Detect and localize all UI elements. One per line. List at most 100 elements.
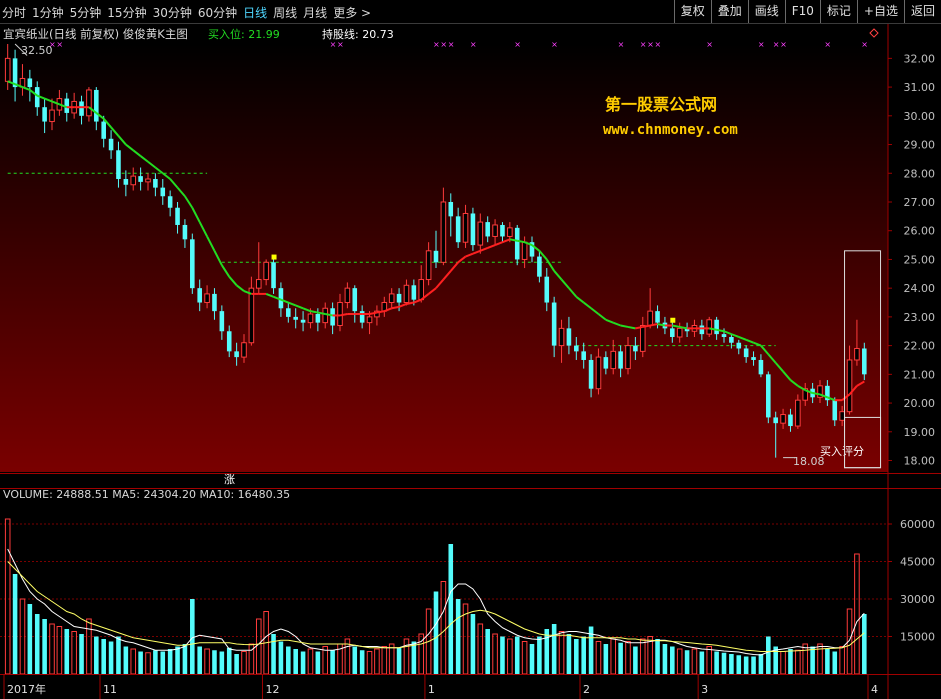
- candle-body: [832, 400, 838, 421]
- period-tab-9[interactable]: 更多 >: [333, 4, 371, 21]
- candle-body: [255, 279, 262, 289]
- volume-bar: [825, 649, 830, 674]
- candle-body: [647, 310, 653, 327]
- candle-body: [839, 411, 845, 421]
- candle-body: [537, 256, 542, 277]
- candle-body: [780, 414, 786, 424]
- candle-body: [344, 287, 351, 304]
- candle-body: [854, 347, 860, 361]
- toolbar-button-2[interactable]: 画线: [747, 0, 785, 23]
- candle-body: [130, 175, 137, 186]
- period-tab-1[interactable]: 1分钟: [32, 4, 64, 21]
- ma-segment: [657, 323, 666, 327]
- volume-bar: [514, 636, 520, 674]
- volume-bar: [537, 636, 542, 674]
- toolbar-button-3[interactable]: F10: [784, 0, 820, 23]
- volume-bar: [862, 614, 867, 674]
- price-tick-label: 30.00: [904, 110, 936, 123]
- volume-bar: [574, 639, 579, 674]
- candle-body: [123, 179, 129, 185]
- volume-bar: [566, 634, 572, 674]
- candle-body: [263, 261, 269, 281]
- candle-body: [603, 357, 609, 369]
- volume-bar: [138, 651, 143, 674]
- candle-body: [167, 196, 173, 208]
- period-tab-3[interactable]: 15分钟: [107, 4, 146, 21]
- ma-segment: [317, 311, 326, 315]
- candle-body: [293, 316, 298, 320]
- candle-body: [145, 178, 151, 183]
- period-tab-7[interactable]: 周线: [273, 4, 297, 21]
- period-tab-2[interactable]: 5分钟: [70, 4, 102, 21]
- candle-body: [448, 201, 454, 217]
- volume-tick-label: 45000: [900, 556, 935, 569]
- period-tab-0[interactable]: 分时: [2, 4, 26, 21]
- signal-mark: ×: [551, 40, 558, 49]
- signal-mark: ×: [706, 40, 713, 49]
- candle-body: [160, 187, 166, 197]
- signal-mark: ×: [655, 40, 662, 49]
- candle-body: [411, 285, 417, 300]
- candle-body: [219, 311, 225, 332]
- candle-body: [721, 334, 727, 337]
- price-tick-label: 20.00: [904, 397, 936, 410]
- candle-body: [470, 213, 476, 246]
- candle-body: [337, 302, 343, 327]
- candle-body: [485, 222, 490, 237]
- candle-body: [618, 351, 623, 369]
- volume-bar: [736, 655, 742, 674]
- period-tab-8[interactable]: 月线: [303, 4, 327, 21]
- volume-bar: [108, 641, 114, 674]
- watermark-title: 第一股票公式网: [605, 95, 717, 114]
- candle-body: [729, 336, 734, 343]
- toolbar-button-6[interactable]: 返回: [903, 0, 941, 23]
- toolbar-button-5[interactable]: +自选: [856, 0, 904, 23]
- candle-body: [352, 288, 358, 312]
- toolbar-button-1[interactable]: 叠加: [710, 0, 748, 23]
- candle-body: [595, 356, 602, 390]
- period-tab-6[interactable]: 日线: [243, 4, 267, 21]
- diamond-icon: [869, 28, 879, 38]
- candle-body: [773, 417, 778, 424]
- candle-body: [455, 216, 461, 243]
- candle-body: [514, 227, 520, 260]
- price-tick-label: 18.00: [904, 455, 936, 468]
- volume-bar: [433, 591, 439, 674]
- candle-body: [396, 293, 402, 303]
- candle-body: [655, 311, 660, 323]
- volume-bar: [603, 644, 609, 674]
- toolbar-button-0[interactable]: 复权: [673, 0, 711, 23]
- price-tick-label: 31.00: [904, 81, 936, 94]
- volume-bar: [42, 619, 47, 674]
- date-tick-label: 12: [265, 683, 279, 696]
- candle-body: [94, 89, 99, 122]
- volume-bar: [396, 647, 402, 674]
- buy-level-label: 买入位: 21.99: [208, 27, 280, 41]
- candle-body: [736, 342, 742, 349]
- ma-segment: [716, 328, 725, 333]
- candle-body: [862, 348, 867, 375]
- signal-mark: ×: [861, 40, 868, 49]
- candle-body: [610, 350, 617, 370]
- signal-mark: ×: [773, 40, 780, 49]
- stock-chart[interactable]: 32.00 31.00 30.00 29.00 28.00 27.00 26.00 25.00…: [0, 24, 941, 699]
- ma-segment: [627, 325, 636, 330]
- candle-body: [241, 342, 247, 358]
- price-tick-label: 27.00: [904, 196, 936, 209]
- period-tab-4[interactable]: 30分钟: [153, 4, 192, 21]
- watermark-url: www.chnmoney.com: [603, 122, 738, 138]
- volume-bar: [729, 654, 734, 674]
- candle-body: [639, 325, 646, 352]
- volume-tick-label: 60000: [900, 518, 935, 531]
- ma-segment: [812, 392, 821, 396]
- volume-info-label: VOLUME: 24888.51 MA5: 24304.20 MA10: 164…: [3, 488, 290, 501]
- price-tick-label: 25.00: [904, 253, 936, 266]
- candle-body: [204, 293, 210, 304]
- volume-bar: [94, 636, 99, 674]
- stock-title: 宜宾纸业(日线 前复权) 俊俊黄K主图: [3, 27, 188, 41]
- candle-body: [86, 89, 92, 117]
- period-tab-5[interactable]: 60分钟: [198, 4, 237, 21]
- volume-bar: [315, 651, 321, 674]
- toolbar-button-4[interactable]: 标记: [819, 0, 857, 23]
- volume-bar: [352, 646, 358, 674]
